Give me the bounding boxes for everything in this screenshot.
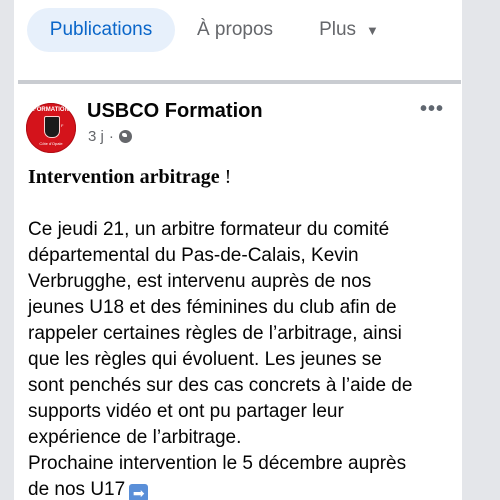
post-body-line: sont penchés sur des cas concrets à l’ai…: [28, 375, 413, 396]
avatar-side-text: F: [61, 123, 64, 128]
club-crest-icon: [44, 116, 60, 138]
avatar-logo-text: FORMATION: [33, 107, 69, 113]
post-time[interactable]: 3 j: [88, 128, 104, 145]
post-body-line: Ce jeudi 21, un arbitre formateur du com…: [28, 219, 390, 240]
post-body-line: départemental du Pas-de-Calais, Kevin: [28, 245, 359, 266]
separator-dot: ·: [108, 128, 114, 145]
post-author[interactable]: USBCO Formation: [87, 100, 263, 123]
globe-icon[interactable]: [118, 130, 132, 143]
section-divider: [18, 80, 461, 84]
profile-tabs: Publications À propos Plus ▼: [14, 0, 462, 62]
post-body-line: de nos U17 ➡: [28, 477, 458, 500]
post-page: Publications À propos Plus ▼ FORMATION F…: [14, 0, 462, 500]
post-body-line: Verbrugghe, est intervenu auprès de nos: [28, 271, 372, 292]
post-body-line: rappeler certaines règles de l’arbitrage…: [28, 323, 402, 344]
post-body-line: expérience de l’arbitrage.: [28, 427, 242, 448]
post-title: Intervention arbitrage: [28, 166, 220, 188]
post-body-line: supports vidéo et ont pu partager leur: [28, 401, 344, 422]
right-arrow-icon: ➡: [129, 484, 149, 500]
tab-a-propos[interactable]: À propos: [180, 8, 290, 52]
tab-label: À propos: [196, 19, 274, 40]
avatar[interactable]: FORMATION F Côte d'Opale: [26, 103, 76, 153]
post-body: Ce jeudi 21, un arbitre formateur du com…: [28, 217, 458, 500]
tab-label: Publications: [49, 19, 153, 40]
post-body-last-text: de nos U17: [28, 479, 126, 500]
post-body-line: Prochaine intervention le 5 décembre aup…: [28, 453, 407, 474]
caret-down-icon: ▼: [366, 22, 379, 38]
avatar-sub-text: Côte d'Opale: [39, 141, 63, 146]
more-options-icon[interactable]: •••: [420, 98, 444, 121]
post-title-suffix: !: [219, 166, 232, 188]
tab-publications[interactable]: Publications: [27, 8, 175, 52]
post-body-line: que les règles qui évoluent. Les jeunes …: [28, 349, 382, 370]
tab-label: Plus: [319, 19, 357, 40]
post-body-line: jeunes U18 et des féminines du club afin…: [28, 297, 397, 318]
tab-plus[interactable]: Plus ▼: [296, 8, 402, 52]
post-headline: Intervention arbitrage !: [28, 166, 231, 189]
post-meta: 3 j ·: [88, 128, 132, 145]
